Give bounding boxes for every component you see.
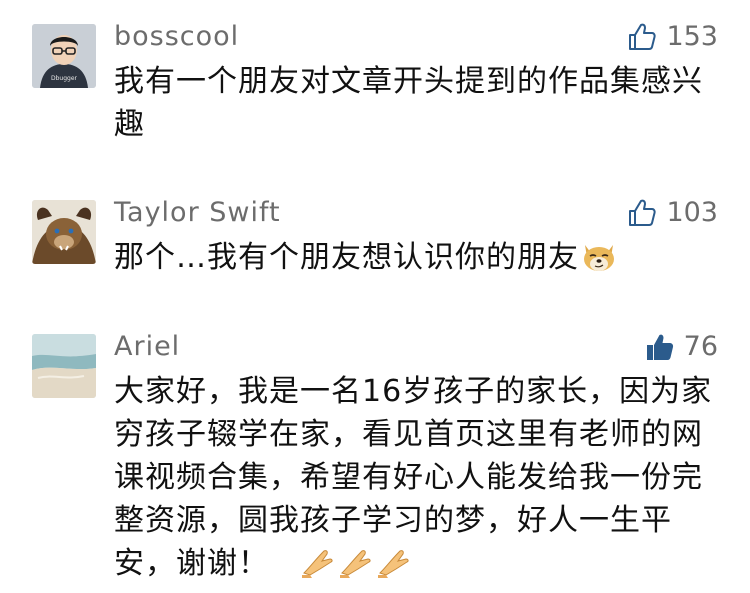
avatar[interactable]: [32, 334, 96, 398]
like-count: 153: [666, 21, 718, 52]
comment-item: Taylor Swift 103 那个…我有个朋友想认识你的朋友: [0, 170, 750, 320]
username[interactable]: Ariel: [114, 331, 180, 363]
like-button[interactable]: 153: [626, 20, 718, 54]
comment-text-body: 大家好，我是一名16岁孩子的家长，因为家穷孩子辍学在家，看见首页这里有老师的网课…: [114, 374, 713, 581]
comment-text-body: 那个…我有个朋友想认识你的朋友: [114, 240, 579, 275]
avatar-image: Dbugger: [32, 24, 96, 88]
username[interactable]: Taylor Swift: [114, 197, 281, 229]
avatar-image: [32, 334, 96, 398]
folded-hands-emoji: [300, 545, 336, 579]
thumbs-up-outline-icon: [629, 23, 657, 50]
folded-hands-emoji: [338, 545, 374, 579]
comment-item: Dbugger bosscool 153 我有一个朋友对文章开头提到的作品集感兴…: [0, 0, 750, 170]
username[interactable]: bosscool: [114, 21, 239, 53]
thumbs-up-outline-icon: [629, 199, 657, 226]
folded-hands-emoji: [376, 545, 412, 579]
comment-text: 我有一个朋友对文章开头提到的作品集感兴趣: [114, 64, 703, 142]
like-count: 76: [683, 331, 718, 362]
avatar[interactable]: Dbugger: [32, 24, 96, 88]
avatar-image: [32, 200, 96, 264]
comment-text: 那个…我有个朋友想认识你的朋友: [114, 236, 726, 279]
like-button[interactable]: 103: [626, 196, 718, 230]
like-count: 103: [666, 197, 718, 228]
avatar[interactable]: [32, 200, 96, 264]
comment-item: Ariel 76 大家好，我是一名16岁孩子的家长，因为家穷孩子辍学在家，看见首…: [0, 320, 750, 593]
svg-text:Dbugger: Dbugger: [51, 75, 78, 82]
like-button[interactable]: 76: [644, 330, 718, 364]
thumbs-up-filled-icon: [646, 334, 673, 360]
doge-emoji: [581, 239, 617, 273]
comment-text: 大家好，我是一名16岁孩子的家长，因为家穷孩子辍学在家，看见首页这里有老师的网课…: [114, 370, 726, 585]
